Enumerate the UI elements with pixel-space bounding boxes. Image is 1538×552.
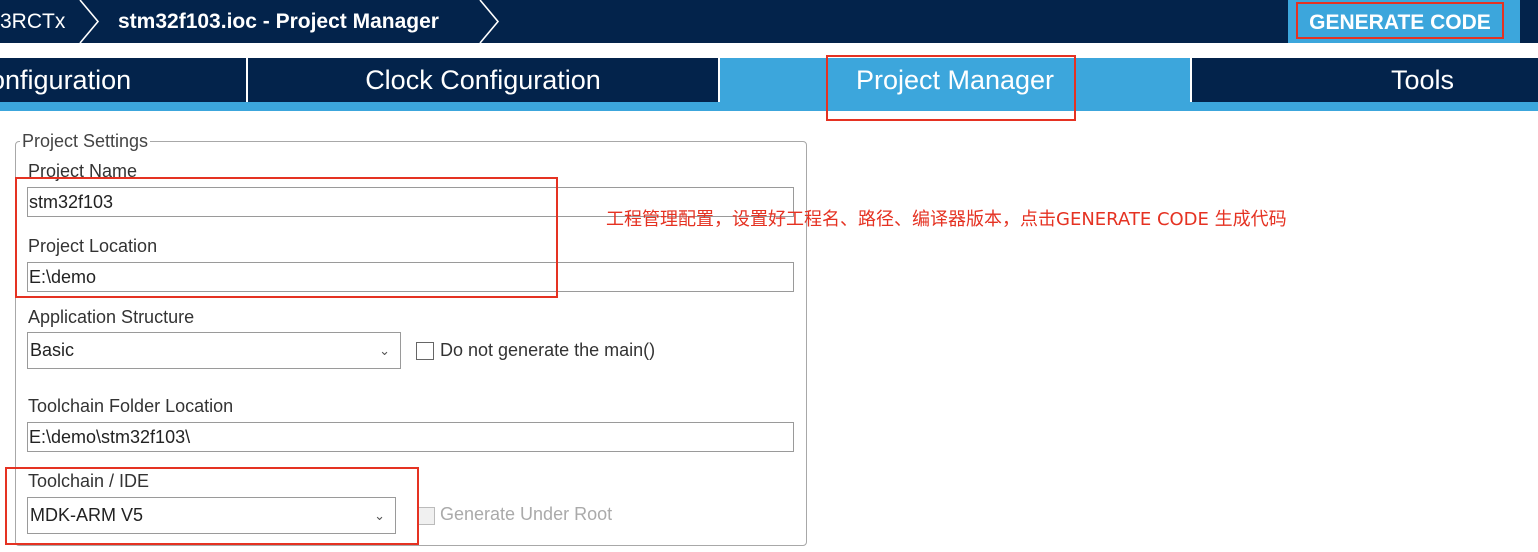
generate-under-root-label: Generate Under Root <box>440 504 613 524</box>
tab-label: onfiguration <box>0 65 132 95</box>
tab-pinout-configuration[interactable]: onfiguration <box>0 58 246 102</box>
highlight-box-toolchain-ide <box>5 467 419 545</box>
breadcrumb-project[interactable]: stm32f103.ioc - Project Manager <box>118 0 439 43</box>
do-not-generate-main-checkbox[interactable] <box>416 342 434 360</box>
chevron-down-icon: ⌄ <box>379 343 390 358</box>
application-structure-select[interactable]: Basic ⌄ <box>27 332 401 369</box>
generate-under-root-checkbox[interactable] <box>417 507 435 525</box>
do-not-generate-main-label: Do not generate the main() <box>440 340 656 360</box>
chevron-right-icon <box>78 0 100 43</box>
toolchain-folder-input[interactable] <box>27 422 794 452</box>
generate-code-button[interactable]: GENERATE CODE <box>1296 2 1504 39</box>
toolchain-folder-label: Toolchain Folder Location <box>28 396 234 416</box>
tabs-underline <box>0 102 1538 111</box>
application-structure-value: Basic <box>30 340 75 360</box>
annotation-text: 工程管理配置，设置好工程名、路径、编译器版本，点击GENERATE CODE 生… <box>606 209 1287 230</box>
tab-label: Tools <box>1391 65 1455 95</box>
chevron-right-icon <box>478 0 500 43</box>
highlight-box-project-manager-tab <box>826 55 1076 121</box>
breadcrumb-device[interactable]: 3RCTx <box>0 0 65 43</box>
tab-tools[interactable]: Tools <box>1192 58 1538 102</box>
project-settings-legend: Project Settings <box>20 131 151 152</box>
tab-clock-configuration[interactable]: Clock Configuration <box>248 58 718 102</box>
top-breadcrumb-bar: 3RCTx stm32f103.ioc - Project Manager GE… <box>0 0 1538 43</box>
application-structure-label: Application Structure <box>28 307 195 327</box>
generate-code-container: GENERATE CODE <box>1288 0 1520 43</box>
tab-label: Clock Configuration <box>365 65 601 95</box>
main-tabs: onfiguration Clock Configuration Project… <box>0 58 1538 102</box>
highlight-box-name-location <box>15 177 558 298</box>
